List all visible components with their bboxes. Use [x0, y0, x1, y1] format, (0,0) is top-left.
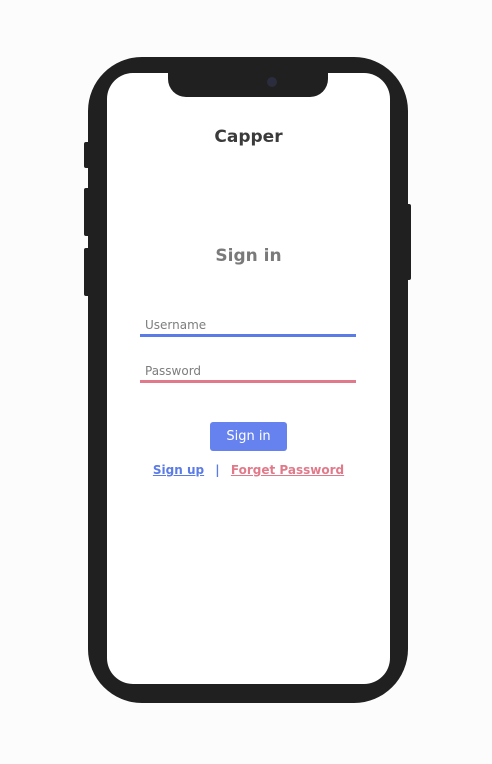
password-input[interactable] — [140, 361, 356, 381]
sign-up-link[interactable]: Sign up — [153, 463, 204, 477]
password-underline — [140, 380, 356, 383]
stage: Capper Sign in Sign in Sign up | Forget … — [0, 0, 492, 764]
sign-in-button[interactable]: Sign in — [210, 422, 287, 451]
password-field — [140, 361, 356, 383]
page-title: Sign in — [215, 246, 282, 266]
app-title: Capper — [214, 127, 283, 147]
link-separator: | — [215, 463, 220, 477]
username-input[interactable] — [140, 315, 356, 335]
username-field — [140, 315, 356, 337]
username-underline — [140, 334, 356, 337]
phone-notch — [168, 57, 328, 97]
forgot-password-link[interactable]: Forget Password — [231, 463, 344, 477]
auth-links: Sign up | Forget Password — [107, 463, 390, 477]
camera-icon — [267, 77, 277, 87]
